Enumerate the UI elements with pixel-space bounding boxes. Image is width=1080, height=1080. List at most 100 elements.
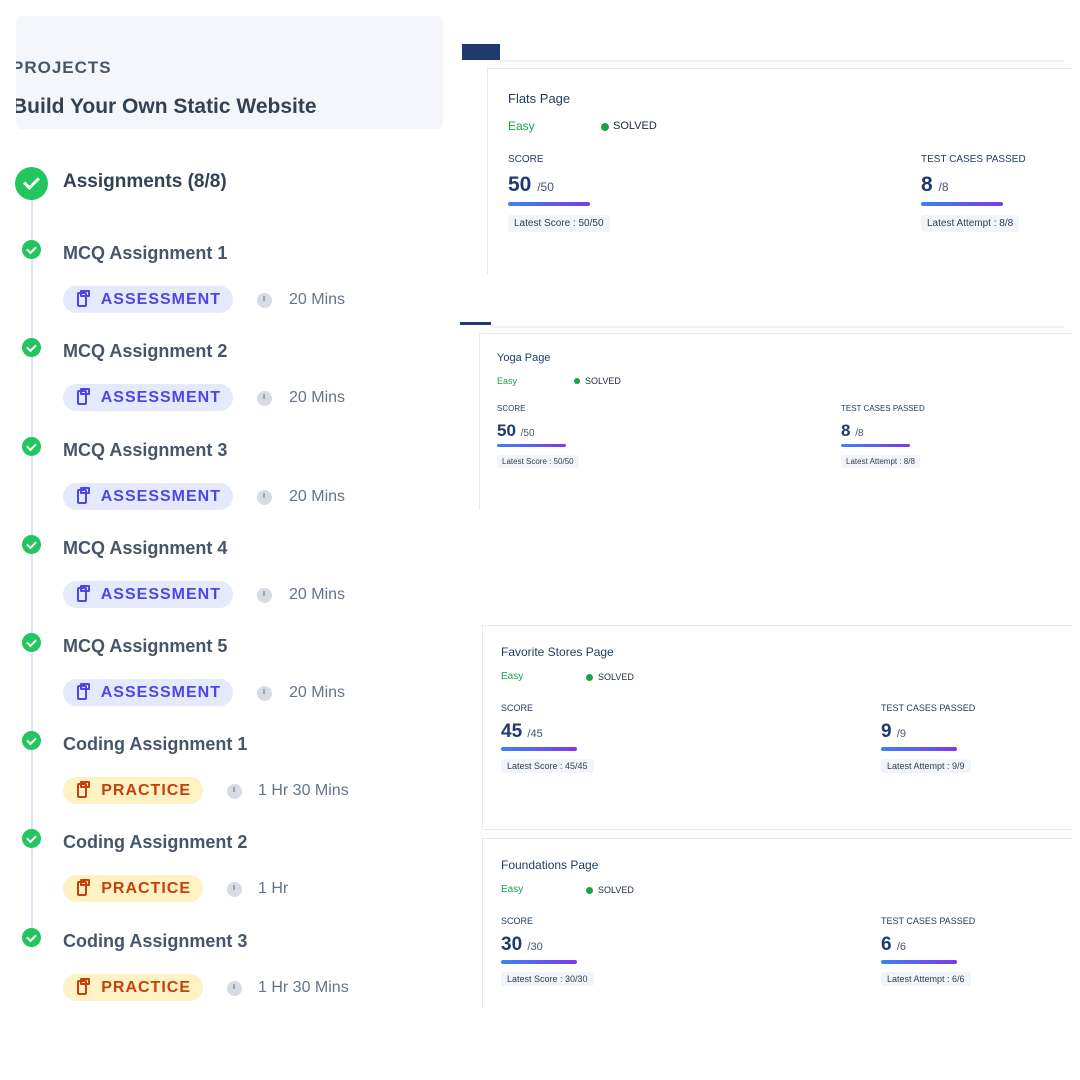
score-max: /45 xyxy=(527,728,543,740)
clipboard-check-icon xyxy=(77,978,91,995)
status-badge: SOLVED xyxy=(598,885,634,895)
tests-label: TEST CASES PASSED xyxy=(881,703,976,713)
assignment-item[interactable]: MCQ Assignment 1 ASSESSMENT 20 Mins xyxy=(0,240,440,320)
assignment-item[interactable]: Coding Assignment 3 PRACTICE 1 Hr 30 Min… xyxy=(0,928,440,1008)
divider xyxy=(491,326,1064,328)
latest-attempt-chip: Latest Attempt : 8/8 xyxy=(921,215,1020,232)
assignment-item[interactable]: MCQ Assignment 2 ASSESSMENT 20 Mins xyxy=(0,338,440,418)
completed-check-icon xyxy=(22,928,41,947)
difficulty-label: Easy xyxy=(501,884,524,895)
tag-label: PRACTICE xyxy=(101,781,191,799)
score-value: 50 /50 xyxy=(497,421,535,440)
clipboard-icon xyxy=(77,290,90,307)
score-label: SCORE xyxy=(501,916,534,926)
score-max: /30 xyxy=(527,941,543,953)
section-complete-check-icon xyxy=(15,167,48,200)
tests-progress-bar xyxy=(921,202,1003,206)
tag-label: ASSESSMENT xyxy=(100,487,221,505)
status-badge: SOLVED xyxy=(598,672,634,682)
assignment-title[interactable]: MCQ Assignment 4 xyxy=(63,538,227,559)
duration-text: 20 Mins xyxy=(289,291,346,308)
tests-value: 9 /9 xyxy=(881,721,907,742)
clipboard-icon xyxy=(77,487,90,504)
score-progress-bar xyxy=(501,960,577,964)
tests-progress-bar xyxy=(841,444,910,447)
assessment-tag: ASSESSMENT xyxy=(63,679,233,706)
tests-value: 8 /8 xyxy=(921,173,949,196)
tests-value: 8 /8 xyxy=(841,421,864,440)
difficulty-label: Easy xyxy=(497,376,518,386)
score-progress-bar xyxy=(508,202,590,206)
clock-icon xyxy=(257,686,272,701)
assessment-tag: ASSESSMENT xyxy=(63,286,233,313)
tests-max: /9 xyxy=(896,728,907,740)
difficulty-label: Easy xyxy=(508,119,535,133)
score-label: SCORE xyxy=(508,154,544,165)
tag-label: PRACTICE xyxy=(101,978,191,996)
assignment-title[interactable]: Coding Assignment 1 xyxy=(63,734,247,755)
score-value: 45 /45 xyxy=(501,721,543,742)
latest-attempt-chip: Latest Attempt : 6/6 xyxy=(881,972,971,986)
duration-text: 1 Hr 30 Mins xyxy=(258,979,349,996)
assignment-item[interactable]: MCQ Assignment 5 ASSESSMENT 20 Mins xyxy=(0,633,440,713)
practice-tag: PRACTICE xyxy=(63,875,203,902)
clock-icon xyxy=(257,490,272,505)
difficulty-label: Easy xyxy=(501,671,524,682)
clock-icon xyxy=(227,882,242,897)
assignment-title[interactable]: MCQ Assignment 5 xyxy=(63,636,227,657)
card-title[interactable]: Yoga Page xyxy=(497,352,550,364)
tests-max: /8 xyxy=(938,180,949,194)
latest-score-chip: Latest Score : 30/30 xyxy=(501,972,594,986)
tests-value: 6 /6 xyxy=(881,934,907,955)
completed-check-icon xyxy=(22,535,41,554)
project-category: PROJECTS xyxy=(16,58,112,77)
assignment-title[interactable]: Coding Assignment 3 xyxy=(63,931,247,952)
assignment-item[interactable]: MCQ Assignment 3 ASSESSMENT 20 Mins xyxy=(0,437,440,517)
clock-icon xyxy=(257,391,272,406)
duration-text: 1 Hr 30 Mins xyxy=(258,782,349,799)
clipboard-icon xyxy=(77,388,90,405)
score-label: SCORE xyxy=(497,404,526,413)
tests-progress-bar xyxy=(881,960,957,964)
assignment-item[interactable]: Coding Assignment 1 PRACTICE 1 Hr 30 Min… xyxy=(0,731,440,811)
card-title[interactable]: Foundations Page xyxy=(501,858,598,872)
card-frame xyxy=(479,333,1072,510)
tests-label: TEST CASES PASSED xyxy=(921,154,1026,165)
assignment-item[interactable]: Coding Assignment 2 PRACTICE 1 Hr xyxy=(0,829,440,909)
duration-text: 20 Mins xyxy=(289,389,346,406)
practice-tag: PRACTICE xyxy=(63,974,203,1001)
tests-label: TEST CASES PASSED xyxy=(841,404,925,413)
card-title[interactable]: Flats Page xyxy=(508,91,570,106)
clipboard-check-icon xyxy=(77,781,91,798)
status-badge: SOLVED xyxy=(585,376,621,386)
tag-label: ASSESSMENT xyxy=(100,290,221,308)
assignment-title[interactable]: MCQ Assignment 3 xyxy=(63,440,227,461)
tag-label: ASSESSMENT xyxy=(100,683,221,701)
clock-icon xyxy=(257,293,272,308)
latest-score-chip: Latest Score : 50/50 xyxy=(508,215,610,232)
tag-label: ASSESSMENT xyxy=(100,585,221,603)
duration-text: 20 Mins xyxy=(289,488,346,505)
status-badge: SOLVED xyxy=(613,120,657,132)
score-label: SCORE xyxy=(501,703,534,713)
tab-indicator xyxy=(462,44,500,60)
tests-max: /8 xyxy=(855,428,864,439)
solved-dot-icon xyxy=(586,674,593,681)
clipboard-check-icon xyxy=(77,879,91,896)
score-value: 50 /50 xyxy=(508,173,554,196)
score-max: /50 xyxy=(537,180,554,194)
assignment-title[interactable]: Coding Assignment 2 xyxy=(63,832,247,853)
solved-dot-icon xyxy=(601,123,609,131)
duration-text: 1 Hr xyxy=(258,880,289,897)
score-value: 30 /30 xyxy=(501,934,543,955)
clipboard-icon xyxy=(77,683,90,700)
assignment-title[interactable]: MCQ Assignment 1 xyxy=(63,243,227,264)
tag-label: ASSESSMENT xyxy=(100,388,221,406)
card-title[interactable]: Favorite Stores Page xyxy=(501,645,614,659)
assignments-heading[interactable]: Assignments (8/8) xyxy=(63,171,227,193)
assignment-title[interactable]: MCQ Assignment 2 xyxy=(63,341,227,362)
tests-progress-bar xyxy=(881,747,957,751)
completed-check-icon xyxy=(22,829,41,848)
assignment-item[interactable]: MCQ Assignment 4 ASSESSMENT 20 Mins xyxy=(0,535,440,615)
clock-icon xyxy=(227,981,242,996)
